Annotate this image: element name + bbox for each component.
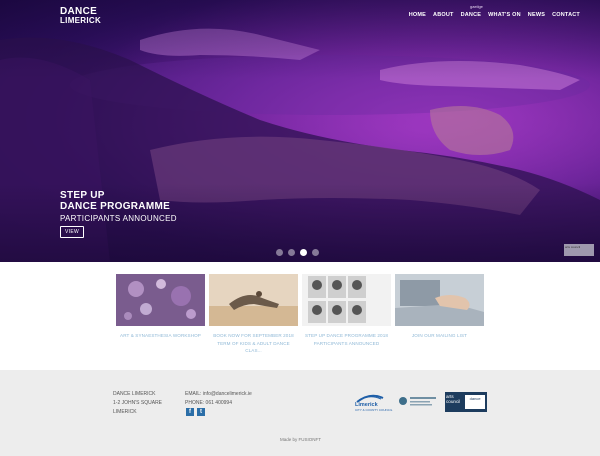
logo-line2: LIMERICK — [60, 16, 102, 25]
card-label[interactable]: ART & SYNAESTHESIA WORKSHOP — [116, 332, 205, 340]
disco-lights-photo[interactable] — [116, 274, 205, 326]
nav-news[interactable]: NEWS — [528, 12, 545, 18]
nav-whats-on[interactable]: WHAT'S ON — [488, 12, 521, 18]
featured-cards: ART & SYNAESTHESIA WORKSHOP BOOK NOW FOR… — [116, 274, 484, 354]
card-label[interactable]: STEP UP DANCE PROGRAMME 2018 PARTICIPANT… — [302, 332, 391, 347]
card-mailing-list[interactable]: JOIN OUR MAILING LIST — [395, 274, 484, 340]
dance-limerick-logo[interactable]: DANCE LIMERICK — [60, 6, 102, 26]
card-step-up-participants[interactable]: STEP UP DANCE PROGRAMME 2018 PARTICIPANT… — [302, 274, 391, 347]
arts-council-badge: arts council — [564, 244, 594, 256]
hero-caption: STEP UP DANCE PROGRAMME PARTICIPANTS ANN… — [60, 190, 177, 224]
hero-subtitle: PARTICIPANTS ANNOUNCED — [60, 214, 177, 223]
hero-title-line2: DANCE PROGRAMME — [60, 201, 171, 212]
laptop-typing-photo[interactable] — [395, 274, 484, 326]
main-nav: HOME ABOUT DANCE WHAT'S ON NEWS CONTACT — [409, 12, 580, 18]
slide-dot-1[interactable] — [276, 249, 283, 256]
nav-home[interactable]: HOME — [409, 12, 426, 18]
card-art-synaesthesia[interactable]: ART & SYNAESTHESIA WORKSHOP — [116, 274, 205, 340]
card-label[interactable]: JOIN OUR MAILING LIST — [395, 332, 484, 340]
arts-council-logo[interactable]: arts council dance — [445, 392, 487, 412]
footer-address: DANCE LIMERICK 1-2 JOHN'S SQUARE LIMERIC… — [113, 391, 163, 415]
facebook-icon[interactable]: f — [186, 408, 194, 416]
card-book-september[interactable]: BOOK NOW FOR SEPTEMBER 2018 TERM OF KIDS… — [209, 274, 298, 355]
footer-email[interactable]: EMAIL: info@dancelimerick.ie — [185, 390, 252, 399]
nav-contact[interactable]: CONTACT — [552, 12, 580, 18]
slide-dot-2[interactable] — [288, 249, 295, 256]
social-links: f t — [186, 408, 205, 416]
hero-title-line1: STEP UP — [60, 190, 105, 201]
government-logo[interactable] — [398, 394, 438, 408]
twitter-icon[interactable]: t — [197, 408, 205, 416]
site-footer: DANCE LIMERICK 1-2 JOHN'S SQUARE LIMERIC… — [0, 370, 600, 456]
nav-dance[interactable]: DANCE — [461, 12, 482, 18]
hero-banner: DANCE LIMERICK gaeilge HOME ABOUT DANCE … — [0, 0, 600, 262]
slider-dots — [276, 249, 319, 256]
view-button[interactable]: VIEW — [60, 226, 84, 238]
portrait-grid-photo[interactable] — [302, 274, 391, 326]
slide-dot-4[interactable] — [312, 249, 319, 256]
language-link[interactable]: gaeilge — [470, 4, 483, 9]
footer-contact: EMAIL: info@dancelimerick.ie PHONE: 061 … — [185, 390, 252, 408]
dancer-photo[interactable] — [209, 274, 298, 326]
card-label[interactable]: BOOK NOW FOR SEPTEMBER 2018 TERM OF KIDS… — [209, 332, 298, 355]
logo-line1: DANCE — [60, 6, 98, 17]
made-by-credit[interactable]: Made by FUSIONFT — [280, 437, 321, 442]
footer-phone: PHONE: 061 400994 — [185, 400, 232, 406]
limerick-council-text: Limerick CITY & COUNTY COUNCIL — [355, 402, 393, 412]
nav-about[interactable]: ABOUT — [433, 12, 454, 18]
slide-dot-3[interactable] — [300, 249, 307, 256]
